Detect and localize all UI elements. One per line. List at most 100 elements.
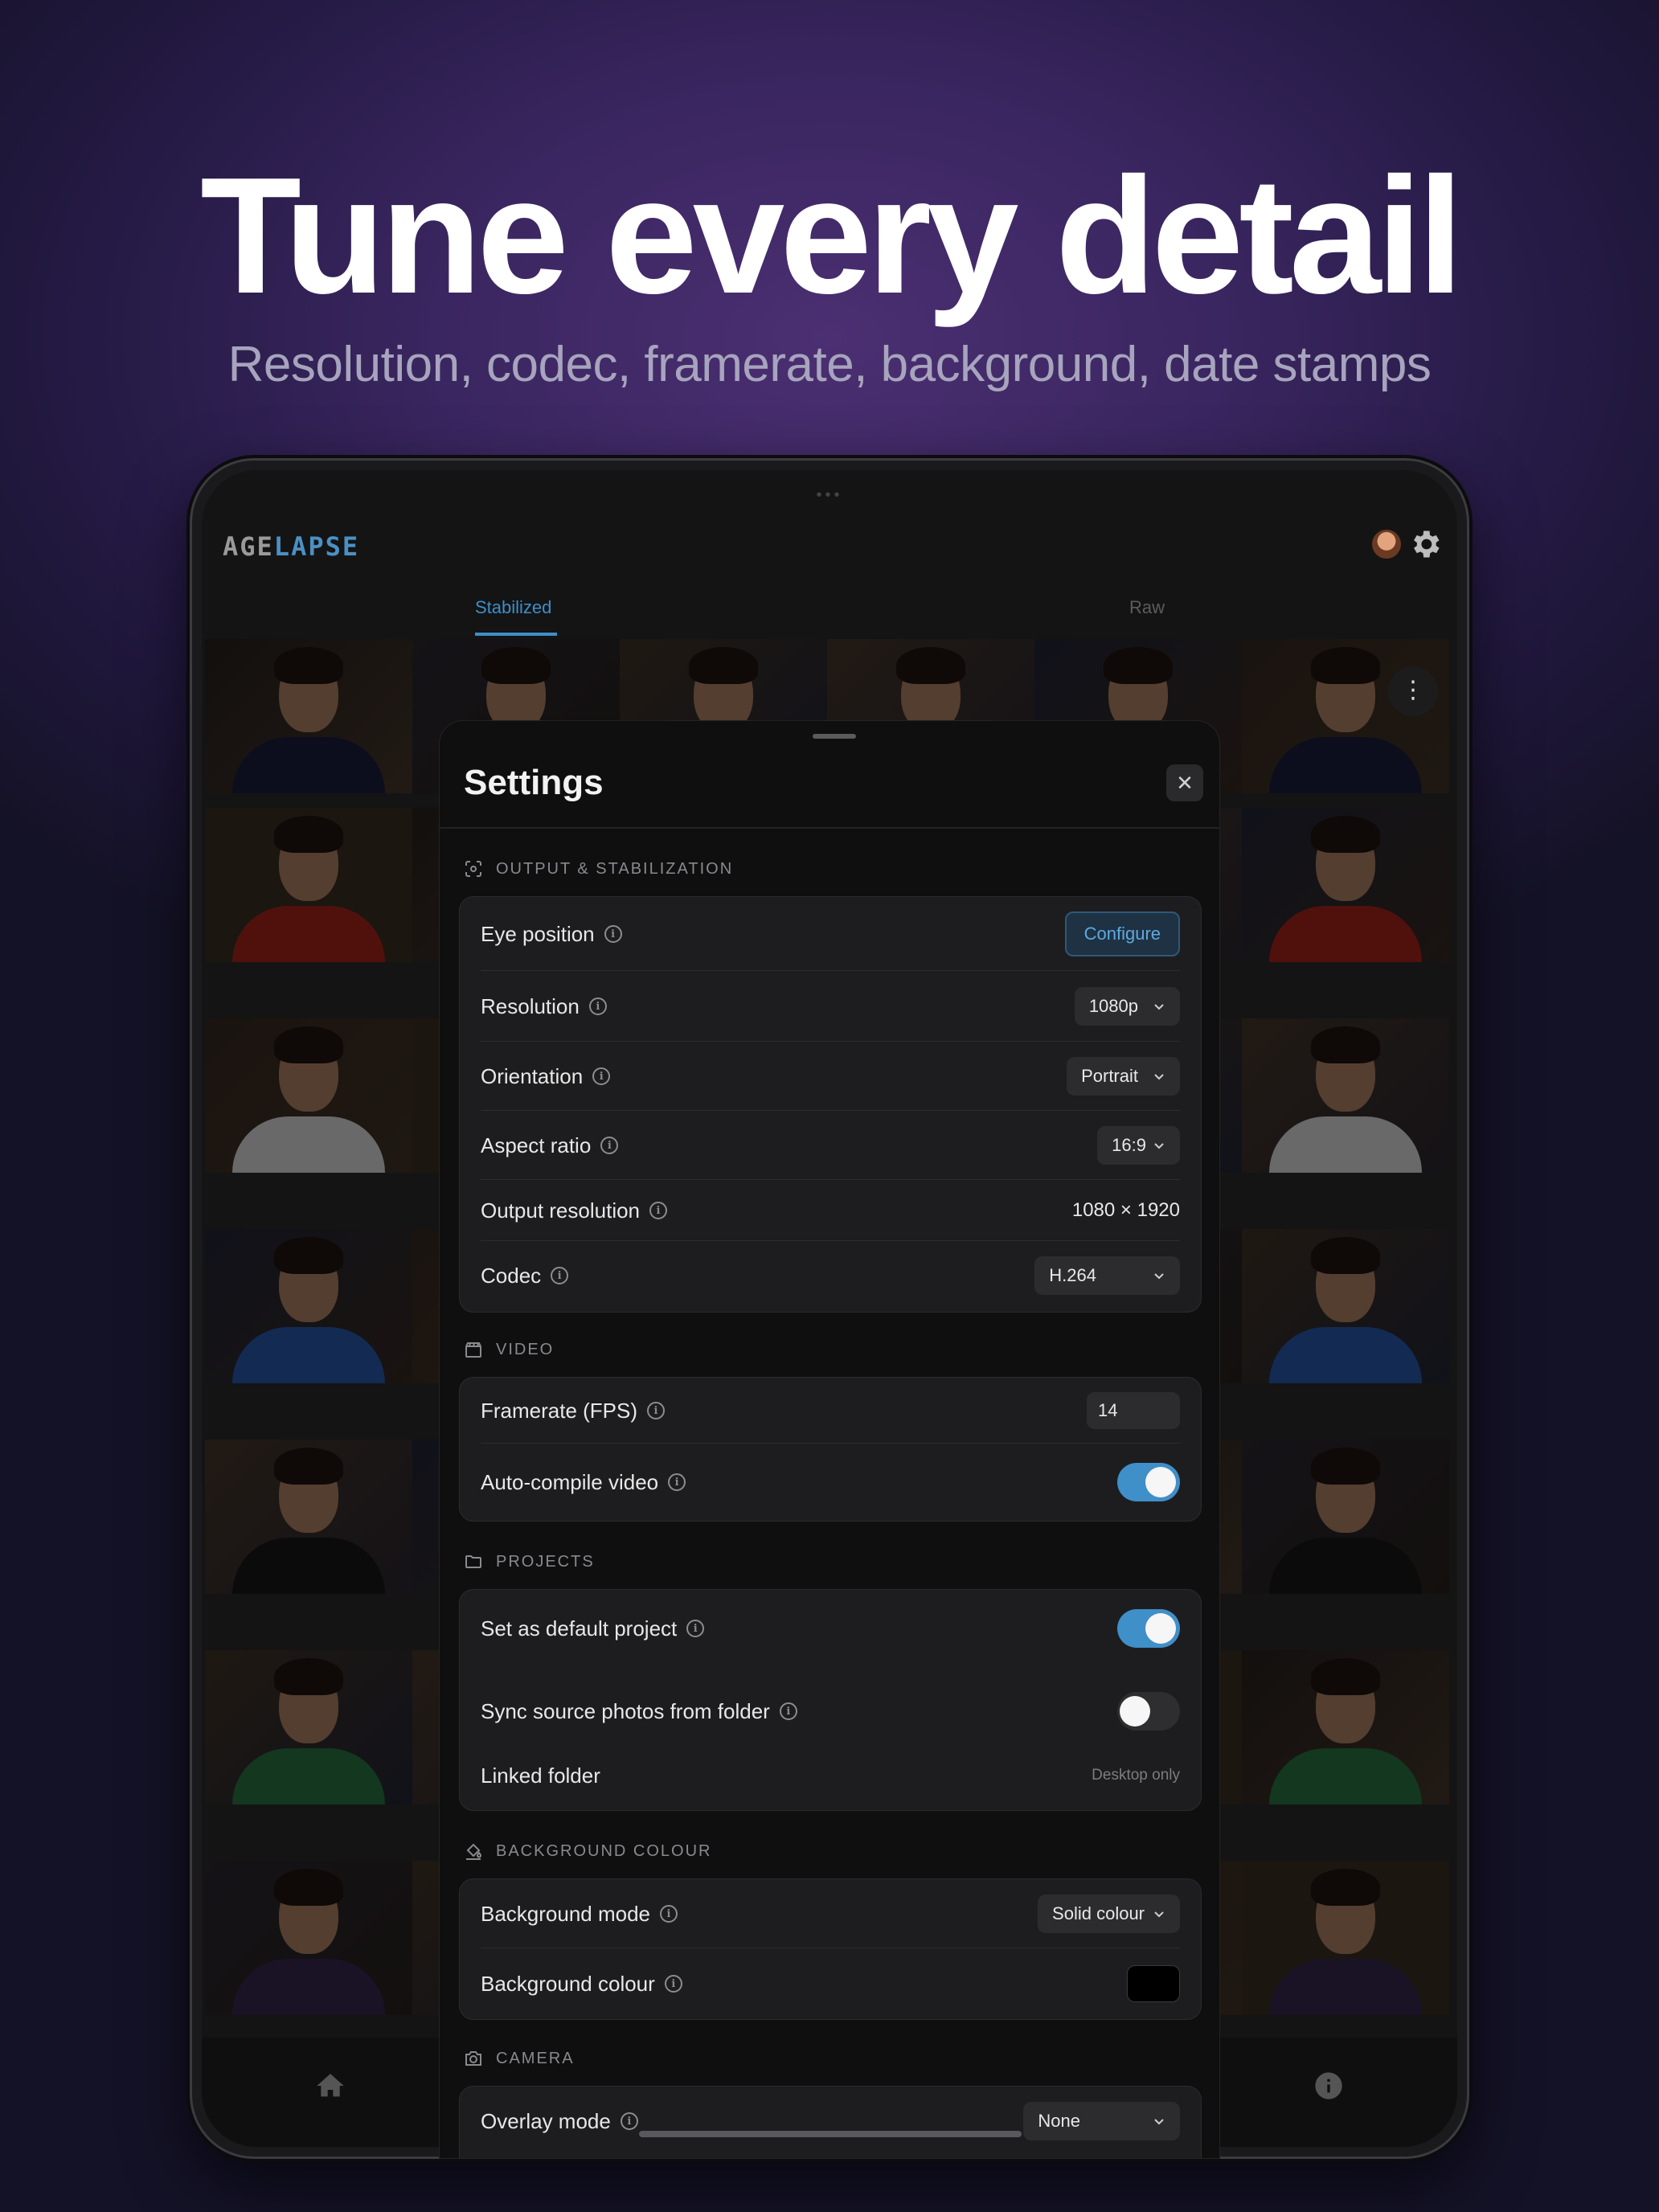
section-camera-label: CAMERA xyxy=(464,2049,575,2068)
app-logo: AGELAPSE xyxy=(223,531,360,562)
sheet-drag-handle[interactable] xyxy=(813,734,856,739)
default-project-label: Set as default project xyxy=(481,1616,678,1641)
chevron-down-icon xyxy=(1154,1074,1164,1080)
background-card: Background mode i Solid colour Background… xyxy=(459,1878,1202,2020)
photo-thumbnail[interactable] xyxy=(205,1018,412,1173)
tab-bar: Stabilized Raw xyxy=(202,583,1457,636)
codec-row: Codec i H.264 xyxy=(460,1241,1201,1310)
output-card: Eye position i Configure Resolution i 1080… xyxy=(459,896,1202,1313)
settings-sheet: Settings ✕ OUTPUT & STABILIZATION Eye po… xyxy=(439,720,1220,2159)
info-icon[interactable]: i xyxy=(647,1402,666,1419)
resolution-select[interactable]: 1080p xyxy=(1074,987,1180,1026)
camera-card: Overlay mode i None xyxy=(459,2086,1202,2158)
gear-icon[interactable] xyxy=(1407,526,1443,562)
info-icon[interactable]: i xyxy=(664,1975,682,1993)
more-options-button[interactable]: ⋮ xyxy=(1388,666,1438,716)
paint-bucket-icon xyxy=(466,1843,482,1860)
sync-source-label: Sync source photos from folder xyxy=(481,1698,770,1723)
info-icon[interactable]: i xyxy=(649,1202,668,1219)
eye-position-row: Eye position i Configure xyxy=(460,897,1201,971)
info-icon[interactable]: i xyxy=(779,1702,797,1720)
photo-thumbnail[interactable] xyxy=(1242,1650,1449,1804)
photo-thumbnail[interactable] xyxy=(1242,639,1449,793)
headline: Tune every detail xyxy=(200,143,1464,328)
aspect-ratio-select[interactable]: 16:9 xyxy=(1097,1126,1180,1165)
photo-thumbnail[interactable] xyxy=(205,1229,412,1383)
chevron-down-icon xyxy=(1154,2119,1164,2125)
photo-thumbnail[interactable] xyxy=(1242,1440,1449,1594)
output-resolution-row: Output resolution i 1080 × 1920 xyxy=(460,1180,1201,1241)
avatar[interactable] xyxy=(1372,530,1401,559)
default-project-row: Set as default project i xyxy=(460,1590,1201,1667)
info-icon[interactable]: i xyxy=(668,1473,686,1491)
video-card: Framerate (FPS) i 14 Auto-compile video i xyxy=(459,1377,1202,1522)
linked-folder-row: Linked folder Desktop only xyxy=(460,1747,1201,1804)
info-icon[interactable]: i xyxy=(660,1905,678,1923)
info-icon[interactable]: i xyxy=(600,1137,619,1154)
photo-thumbnail[interactable] xyxy=(205,1861,412,2015)
output-resolution-value: 1080 × 1920 xyxy=(1071,1199,1180,1221)
info-icon[interactable]: i xyxy=(592,1067,611,1085)
auto-compile-toggle[interactable] xyxy=(1117,1463,1180,1501)
camera-icon xyxy=(465,2051,481,2066)
photo-thumbnail[interactable] xyxy=(205,639,412,793)
framerate-label: Framerate (FPS) xyxy=(481,1398,638,1423)
chevron-down-icon xyxy=(1154,1911,1164,1918)
resolution-row: Resolution i 1080p xyxy=(460,971,1201,1042)
overlay-mode-label: Overlay mode xyxy=(481,2108,611,2133)
background-mode-row: Background mode i Solid colour xyxy=(460,1879,1201,1948)
aspect-ratio-label: Aspect ratio xyxy=(481,1133,592,1157)
tab-stabilized[interactable]: Stabilized xyxy=(475,597,551,618)
chevron-down-icon xyxy=(1154,1273,1164,1280)
home-indicator[interactable] xyxy=(639,2131,1022,2137)
folder-icon xyxy=(465,1555,481,1568)
photo-thumbnail[interactable] xyxy=(205,1650,412,1804)
background-mode-select[interactable]: Solid colour xyxy=(1038,1895,1180,1933)
background-mode-label: Background mode xyxy=(481,1901,651,1926)
codec-select[interactable]: H.264 xyxy=(1034,1256,1180,1295)
photo-thumbnail[interactable] xyxy=(1242,1018,1449,1173)
info-icon[interactable]: i xyxy=(551,1267,569,1284)
section-output-label: OUTPUT & STABILIZATION xyxy=(464,859,733,879)
photo-thumbnail[interactable] xyxy=(205,808,412,962)
photo-thumbnail[interactable] xyxy=(1242,1861,1449,2015)
eye-position-label: Eye position xyxy=(481,921,595,946)
framerate-input[interactable]: 14 xyxy=(1087,1392,1180,1429)
projects-card: Set as default project i Sync source phot… xyxy=(459,1589,1202,1811)
output-resolution-label: Output resolution xyxy=(481,1198,641,1223)
overlay-mode-row: Overlay mode i None xyxy=(460,2087,1201,2156)
crop-focus-icon xyxy=(465,861,481,877)
aspect-ratio-row: Aspect ratio i 16:9 xyxy=(460,1111,1201,1180)
chevron-down-icon xyxy=(1154,1143,1164,1149)
default-project-toggle[interactable] xyxy=(1117,1609,1180,1648)
info-icon[interactable]: i xyxy=(620,2112,638,2130)
linked-folder-value: Desktop only xyxy=(1092,1767,1180,1784)
orientation-row: Orientation i Portrait xyxy=(460,1042,1201,1111)
section-projects-label: PROJECTS xyxy=(464,1552,595,1571)
info-icon[interactable]: i xyxy=(604,925,622,943)
home-icon[interactable] xyxy=(314,2070,346,2102)
codec-label: Codec xyxy=(481,1263,542,1288)
auto-compile-label: Auto-compile video xyxy=(481,1469,659,1494)
overlay-mode-select[interactable]: None xyxy=(1023,2102,1180,2140)
info-icon[interactable] xyxy=(1313,2070,1345,2102)
section-video-label: VIDEO xyxy=(464,1340,554,1359)
background-colour-swatch[interactable] xyxy=(1127,1965,1180,2002)
sync-source-toggle[interactable] xyxy=(1117,1692,1180,1731)
auto-compile-row: Auto-compile video i xyxy=(460,1444,1201,1521)
orientation-label: Orientation xyxy=(481,1063,584,1088)
close-button[interactable]: ✕ xyxy=(1166,764,1203,801)
chevron-down-icon xyxy=(1154,1004,1164,1010)
sheet-divider xyxy=(440,827,1219,829)
orientation-select[interactable]: Portrait xyxy=(1067,1057,1180,1096)
configure-button[interactable]: Configure xyxy=(1064,911,1180,956)
app-bar: AGELAPSE xyxy=(202,502,1457,583)
info-icon[interactable]: i xyxy=(686,1620,705,1637)
info-icon[interactable]: i xyxy=(588,997,607,1015)
photo-thumbnail[interactable] xyxy=(205,1440,412,1594)
close-icon: ✕ xyxy=(1176,771,1194,795)
photo-thumbnail[interactable] xyxy=(1242,808,1449,962)
photo-thumbnail[interactable] xyxy=(1242,1229,1449,1383)
section-background-label: BACKGROUND COLOUR xyxy=(464,1841,711,1861)
tab-raw[interactable]: Raw xyxy=(1129,597,1165,618)
